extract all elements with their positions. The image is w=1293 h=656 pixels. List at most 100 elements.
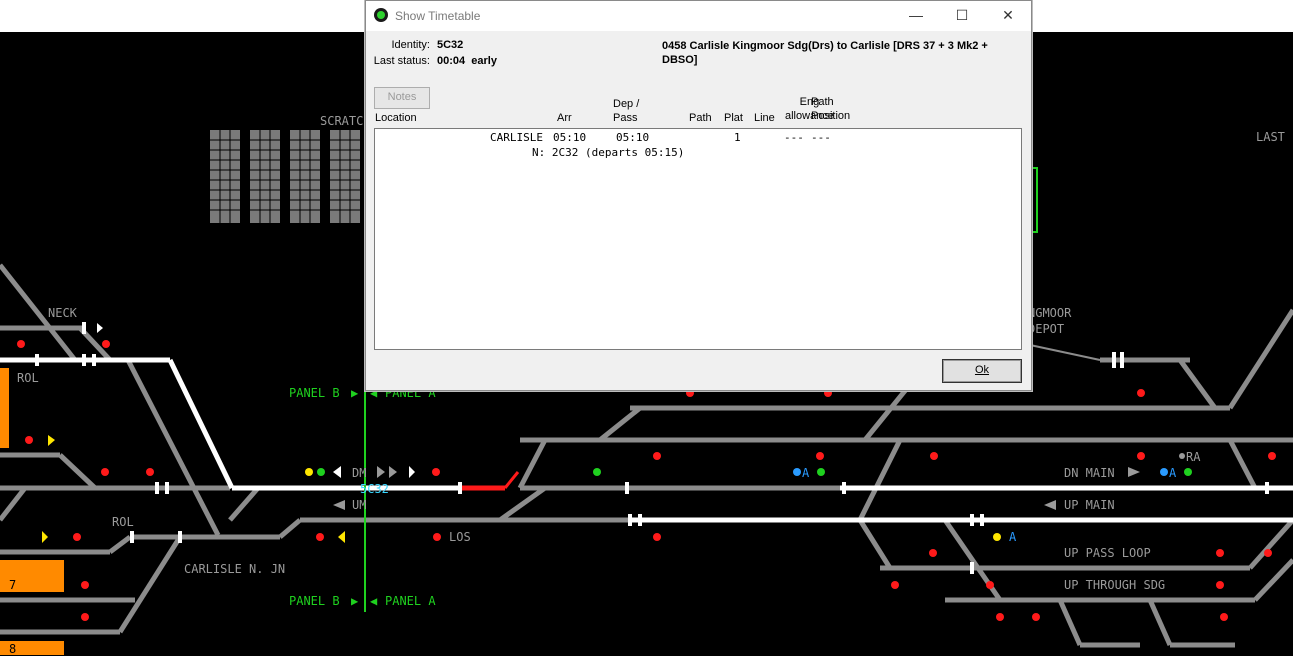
platform-7-number: 7 <box>9 578 17 592</box>
signal <box>42 531 48 543</box>
label-rol-top: ROL <box>17 371 39 385</box>
track <box>1227 438 1258 490</box>
signal <box>816 452 824 460</box>
arrow <box>97 323 103 333</box>
signal <box>929 549 937 557</box>
signal <box>793 468 801 476</box>
identity-label: Identity: <box>391 39 430 51</box>
column-path: Path <box>689 112 712 124</box>
signal <box>317 468 325 476</box>
app-icon <box>374 8 388 22</box>
signal <box>1220 613 1228 621</box>
panel-b-arrow: ▶ <box>351 594 359 608</box>
minimize-icon[interactable]: — <box>893 1 939 31</box>
label-a: A <box>1009 530 1017 544</box>
track <box>1177 358 1218 410</box>
column-plat: Plat <box>724 112 743 124</box>
signal <box>433 533 441 541</box>
signal <box>1184 468 1192 476</box>
signal <box>25 436 33 444</box>
signal <box>432 468 440 476</box>
column-arr: Arr <box>557 112 572 124</box>
label-last: LAST <box>1256 130 1285 144</box>
arrow <box>389 466 397 478</box>
label-um: UM <box>352 498 367 512</box>
maximize-icon[interactable]: ☐ <box>939 1 985 31</box>
panel-b-arrow: ▶ <box>351 386 359 400</box>
row-arr: 05:10 <box>553 131 587 144</box>
signal <box>81 581 89 589</box>
signal <box>1137 452 1145 460</box>
track <box>117 535 183 634</box>
signal <box>1268 452 1276 460</box>
notes-button[interactable]: Notes <box>374 87 430 109</box>
track <box>857 438 903 522</box>
last-status-value: 00:04 early <box>437 55 497 67</box>
signal <box>1032 613 1040 621</box>
label-ra: RA <box>1186 450 1201 464</box>
signal <box>1137 389 1145 397</box>
label-up-through-sdg: UP THROUGH SDG <box>1064 578 1166 592</box>
signal <box>891 581 899 589</box>
label-depot: DEPOT <box>1028 322 1065 336</box>
siding-block <box>250 130 280 223</box>
signal <box>101 468 109 476</box>
signal <box>653 452 661 460</box>
arrow <box>1044 500 1056 510</box>
column-path-position: Path Position <box>811 96 851 122</box>
platform <box>0 368 9 448</box>
label-los: LOS <box>449 530 471 544</box>
signal <box>305 468 313 476</box>
train-description-5c32[interactable]: 5C32 <box>360 482 389 496</box>
label-carlisle-n-jn: CARLISLE N. JN <box>184 562 286 576</box>
last-status-label: Last status: <box>373 55 430 67</box>
signal <box>593 468 601 476</box>
ok-button[interactable]: Ok <box>942 359 1022 383</box>
ok-button-label: Ok <box>974 364 990 376</box>
signal <box>1216 549 1224 557</box>
signal <box>996 613 1004 621</box>
label-up-pass-loop: UP PASS LOOP <box>1064 546 1151 560</box>
row-location: CARLISLE <box>490 131 543 144</box>
column-location: Location <box>375 112 417 124</box>
track <box>1147 598 1173 647</box>
signal <box>48 435 55 446</box>
label-panel-a-bottom: PANEL A <box>385 594 436 608</box>
dialog-title: Show Timetable <box>395 9 481 23</box>
column-dep-pass: Dep / Pass <box>613 98 640 124</box>
siding-block <box>210 130 240 223</box>
label-up-main: UP MAIN <box>1064 498 1115 512</box>
track <box>598 406 642 442</box>
timetable-list[interactable]: CARLISLE 05:10 05:10 1 --- --- N: 2C32 (… <box>374 128 1022 350</box>
track <box>0 486 27 522</box>
track <box>1057 598 1083 647</box>
label-rol-bottom: ROL <box>112 515 134 529</box>
signal <box>1216 581 1224 589</box>
track <box>517 438 548 490</box>
track <box>228 486 260 522</box>
row-path-position: --- <box>811 131 831 144</box>
siding-block <box>290 130 320 223</box>
platform-8-number: 8 <box>9 642 17 656</box>
track <box>108 535 132 554</box>
close-icon[interactable]: ✕ <box>985 1 1031 31</box>
track <box>1029 344 1101 361</box>
signal <box>102 340 110 348</box>
arrow <box>409 466 415 478</box>
signal <box>986 581 994 589</box>
label-scratch: SCRATC <box>320 114 364 128</box>
signal <box>1264 549 1272 557</box>
label-dm: DM <box>352 466 367 480</box>
siding-block <box>330 130 360 223</box>
signal <box>81 613 89 621</box>
next-working: N: 2C32 (departs 05:15) <box>532 146 685 159</box>
label-kingmoor: NGMOOR <box>1028 306 1072 320</box>
dialog-titlebar[interactable]: Show Timetable — ☐ ✕ <box>366 1 1031 31</box>
signal <box>17 340 25 348</box>
column-line: Line <box>754 112 775 124</box>
arrow <box>333 466 341 478</box>
row-eng: --- <box>784 131 804 144</box>
signal <box>930 452 938 460</box>
row-plat: 1 <box>734 131 741 144</box>
signal <box>1160 468 1168 476</box>
